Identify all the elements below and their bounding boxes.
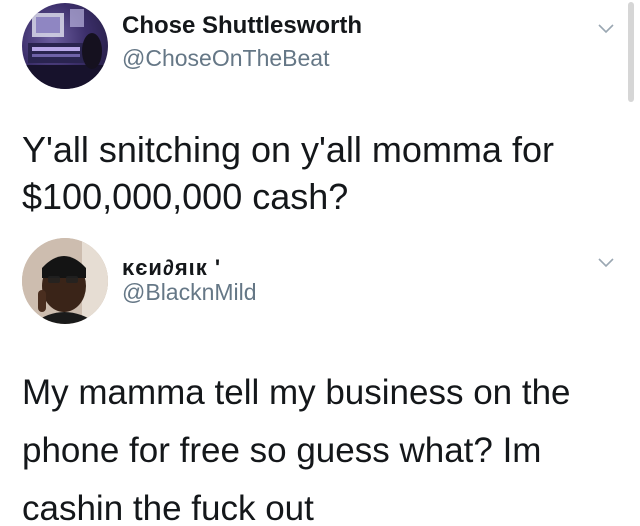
portrait-photo-icon bbox=[22, 238, 108, 324]
tweet-text: My mamma tell my business on the phone f… bbox=[22, 373, 571, 526]
studio-photo-icon bbox=[22, 9, 108, 89]
display-name[interactable]: Chose Shuttlesworth bbox=[122, 12, 362, 40]
chevron-down-icon[interactable] bbox=[598, 24, 614, 34]
user-handle[interactable]: @ChoseOnTheBeat bbox=[122, 45, 329, 72]
user-avatar[interactable] bbox=[22, 238, 108, 324]
user-handle[interactable]: @BlacknMild bbox=[122, 279, 257, 306]
display-name[interactable]: κєи∂яιк ' bbox=[122, 255, 221, 281]
scrollbar[interactable] bbox=[628, 2, 634, 102]
user-avatar[interactable] bbox=[22, 3, 108, 89]
chevron-down-icon[interactable] bbox=[598, 258, 614, 268]
tweet-text: Y'all snitching on y'all momma for $100,… bbox=[22, 129, 554, 217]
tweet[interactable]: κєи∂яιк ' @BlacknMild My mamma tell my b… bbox=[0, 228, 640, 526]
tweet[interactable]: Chose Shuttlesworth @ChoseOnTheBeat Y'al… bbox=[0, 0, 640, 235]
